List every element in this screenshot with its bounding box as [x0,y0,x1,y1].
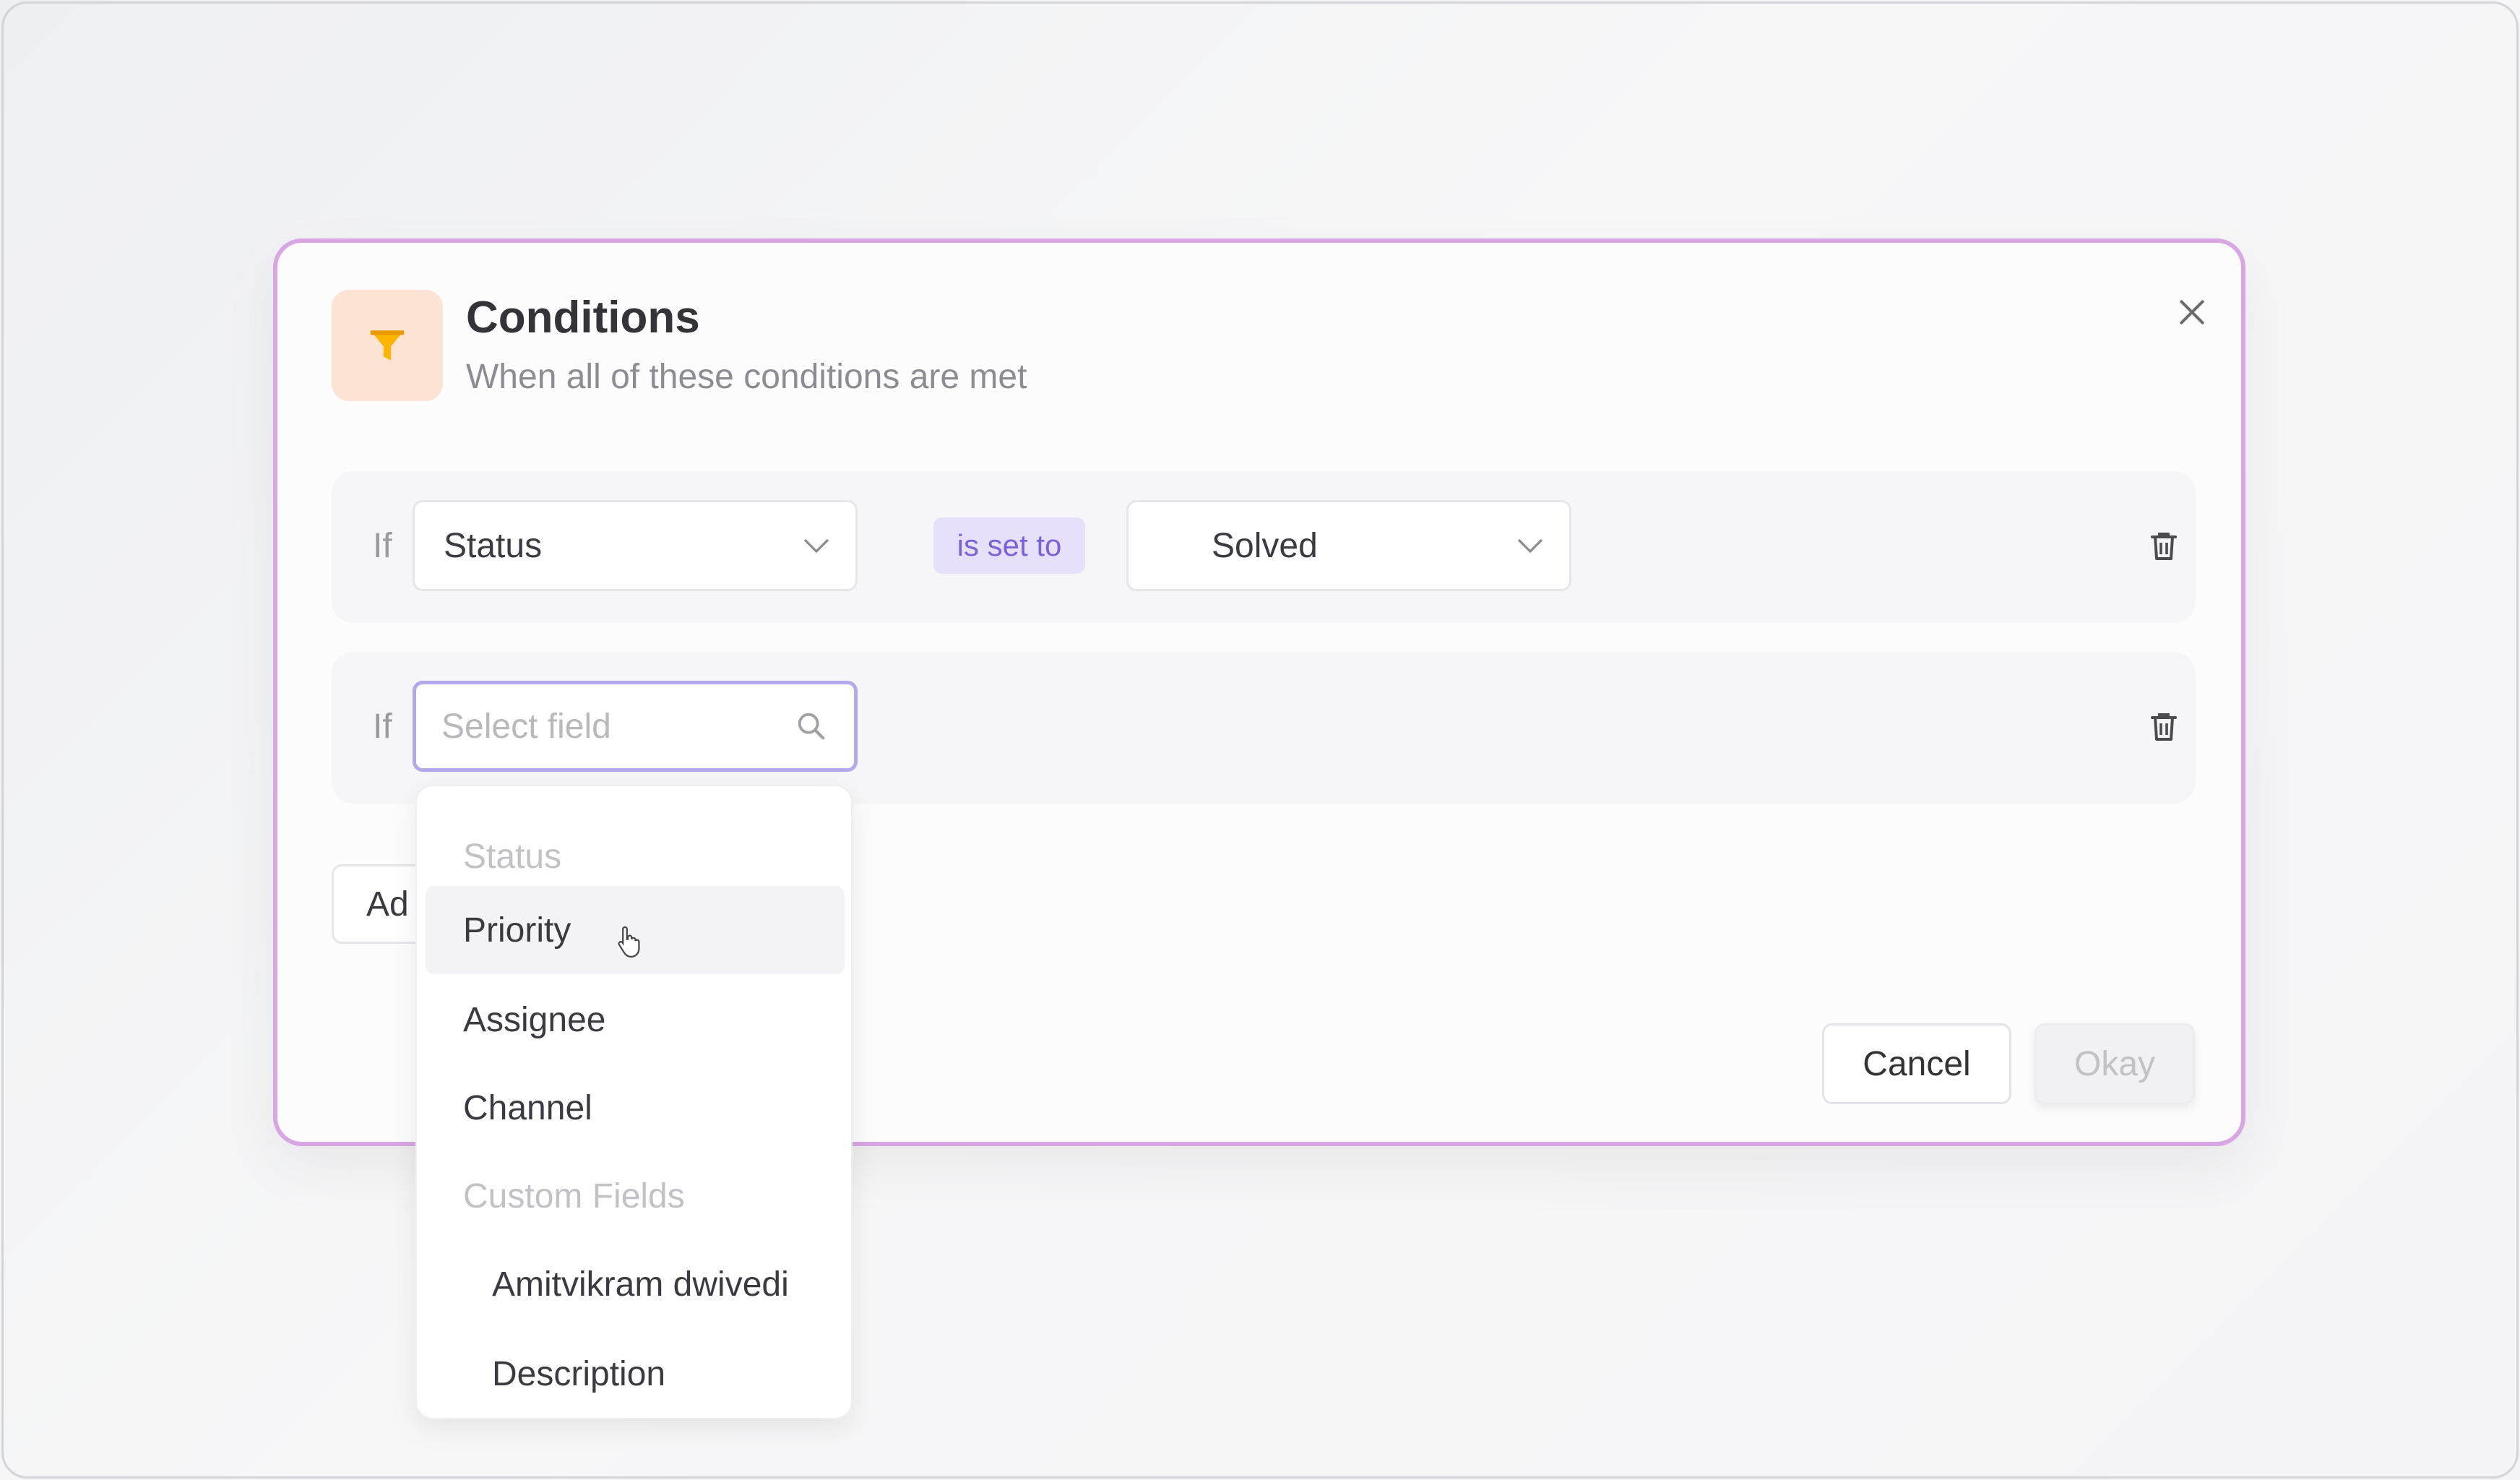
select-field-search[interactable] [413,681,858,772]
dropdown-option-amitvikram-dwivedi[interactable]: Amitvikram dwivedi [426,1240,845,1328]
dropdown-option-label: Priority [463,911,571,950]
close-icon [2180,300,2204,324]
chevron-down-icon [1517,538,1543,554]
close-button[interactable] [2163,283,2221,341]
filter-icon [332,290,443,401]
delete-condition-button[interactable] [2142,705,2185,748]
condition-row-1: If Status is set to Solved [332,471,2196,623]
delete-condition-button[interactable] [2142,524,2185,567]
if-label: If [373,707,392,746]
dropdown-option-priority[interactable]: Priority [426,886,845,974]
dropdown-group-header: Custom Fields [463,1176,685,1216]
trash-icon [2151,533,2177,560]
value-select[interactable]: Solved [1126,500,1571,591]
field-select[interactable]: Status [413,500,858,591]
field-select-value: Status [444,526,543,565]
dropdown-option-channel[interactable]: Channel [426,1064,845,1152]
modal-subtitle: When all of these conditions are met [466,358,1027,396]
condition-row-2: If [332,652,2196,804]
dropdown-option-description[interactable]: Description [426,1330,845,1418]
chevron-down-icon [803,538,829,554]
if-label: If [373,527,392,565]
value-select-value: Solved [1212,526,1318,565]
hand-cursor-icon [618,926,640,958]
search-icon [798,713,825,740]
dropdown-option-assignee[interactable]: Assignee [426,976,845,1064]
modal-title: Conditions [466,293,700,343]
trash-icon [2151,713,2177,741]
select-field-input[interactable] [441,706,781,747]
operator-badge: is set to [933,517,1085,574]
field-dropdown-menu: Status Priority Assignee Channel Custom … [415,785,853,1419]
okay-button[interactable]: Okay [2034,1023,2195,1104]
cancel-button[interactable]: Cancel [1822,1023,2011,1104]
